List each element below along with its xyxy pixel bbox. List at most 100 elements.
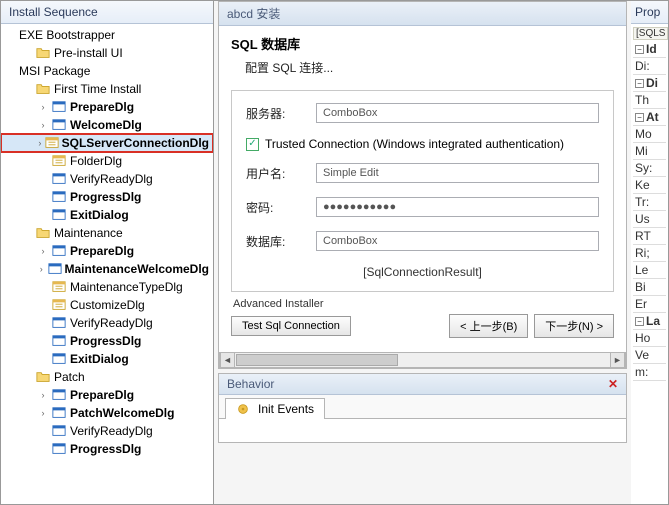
test-connection-button[interactable]: Test Sql Connection — [231, 316, 351, 336]
dialog-icon — [45, 135, 59, 151]
username-input[interactable]: Simple Edit — [316, 163, 599, 183]
tree-item-label: ProgressDlg — [70, 440, 141, 458]
property-row[interactable]: RT — [633, 228, 666, 245]
gear-icon — [236, 402, 250, 416]
tree-item[interactable]: ›PrepareDlg — [1, 242, 213, 260]
expander-icon — [37, 443, 49, 455]
property-category[interactable]: −La — [633, 313, 666, 330]
dialog-icon — [51, 441, 67, 457]
tree-item-label: CustomizeDlg — [70, 296, 145, 314]
tree-item[interactable]: EXE Bootstrapper — [1, 26, 213, 44]
username-label: 用户名: — [246, 165, 316, 182]
back-button[interactable]: < 上一步(B) — [449, 314, 528, 338]
expander-icon — [37, 299, 49, 311]
tree-item-label: ProgressDlg — [70, 332, 141, 350]
folder-icon — [35, 45, 51, 61]
close-icon[interactable]: ✕ — [608, 377, 618, 391]
property-row[interactable]: Mi — [633, 143, 666, 160]
connection-group: 服务器: ComboBox ✓ Trusted Connection (Wind… — [231, 90, 614, 292]
expander-icon[interactable]: › — [37, 101, 49, 113]
tree-item[interactable]: ›PrepareDlg — [1, 386, 213, 404]
trusted-label: Trusted Connection (Windows integrated a… — [265, 137, 564, 151]
tree-item[interactable]: VerifyReadyDlg — [1, 422, 213, 440]
trusted-checkbox[interactable]: ✓ — [246, 138, 259, 151]
scroll-thumb[interactable] — [236, 354, 398, 366]
connection-result: [SqlConnectionResult] — [246, 265, 599, 279]
property-row[interactable]: Di: — [633, 58, 666, 75]
property-row[interactable]: Ve — [633, 347, 666, 364]
property-tag[interactable]: [SQLS — [633, 27, 668, 40]
tree-item[interactable]: MaintenanceTypeDlg — [1, 278, 213, 296]
tree-item[interactable]: ExitDialog — [1, 206, 213, 224]
property-category[interactable]: −Di — [633, 75, 666, 92]
tree-item[interactable]: ›WelcomeDlg — [1, 116, 213, 134]
dialog-icon — [51, 315, 67, 331]
advanced-installer-label: Advanced Installer — [233, 298, 612, 310]
tree-item[interactable]: FolderDlg — [1, 152, 213, 170]
dialog-icon — [51, 189, 67, 205]
property-row[interactable]: Ri; — [633, 245, 666, 262]
tree-item-label: MaintenanceTypeDlg — [70, 278, 183, 296]
next-button[interactable]: 下一步(N) > — [534, 314, 614, 338]
property-row[interactable]: Bi — [633, 279, 666, 296]
tab-init-events[interactable]: Init Events — [225, 398, 325, 419]
dialog-icon — [51, 153, 67, 169]
expander-icon — [5, 65, 17, 77]
expander-icon — [37, 425, 49, 437]
property-row[interactable]: m: — [633, 364, 666, 381]
property-row[interactable]: Th — [633, 92, 666, 109]
property-row[interactable]: Us — [633, 211, 666, 228]
password-input[interactable]: ●●●●●●●●●●● — [316, 197, 599, 217]
database-combobox[interactable]: ComboBox — [316, 231, 599, 251]
folder-icon — [35, 225, 51, 241]
expander-icon[interactable]: › — [37, 137, 43, 149]
properties-grid[interactable]: [SQLS−Id Di:−Di Th−At Mo Mi Sy: Ke Tr: U… — [631, 24, 668, 504]
tree-item[interactable]: ›MaintenanceWelcomeDlg — [1, 260, 213, 278]
panel-title: Install Sequence — [1, 1, 213, 24]
tree-item[interactable]: MSI Package — [1, 62, 213, 80]
expander-icon — [37, 173, 49, 185]
tree-item-label: EXE Bootstrapper — [19, 26, 115, 44]
property-row[interactable]: Mo — [633, 126, 666, 143]
expander-icon[interactable]: › — [37, 389, 49, 401]
expander-icon[interactable]: › — [37, 245, 49, 257]
server-combobox[interactable]: ComboBox — [316, 103, 599, 123]
tree-item[interactable]: CustomizeDlg — [1, 296, 213, 314]
property-row[interactable]: Tr: — [633, 194, 666, 211]
expander-icon[interactable]: › — [37, 119, 49, 131]
tree-item[interactable]: ›SQLServerConnectionDlg — [1, 134, 213, 152]
sequence-tree[interactable]: EXE BootstrapperPre-install UIMSI Packag… — [1, 24, 213, 504]
tree-item-label: MSI Package — [19, 62, 90, 80]
tree-item[interactable]: ProgressDlg — [1, 188, 213, 206]
property-category[interactable]: −At — [633, 109, 666, 126]
scroll-right-icon[interactable]: ► — [610, 353, 625, 367]
property-row[interactable]: Sy: — [633, 160, 666, 177]
preview-window-title: abcd 安装 — [219, 2, 626, 26]
horizontal-scrollbar[interactable]: ◄ ► — [219, 352, 626, 368]
property-row[interactable]: Le — [633, 262, 666, 279]
properties-panel: Prop [SQLS−Id Di:−Di Th−At Mo Mi Sy: Ke … — [631, 0, 669, 505]
dialog-preview: abcd 安装 SQL 数据库 配置 SQL 连接... 服务器: ComboB… — [218, 1, 627, 369]
tree-item[interactable]: ProgressDlg — [1, 440, 213, 458]
tree-item[interactable]: First Time Install — [1, 80, 213, 98]
property-row[interactable]: Ho — [633, 330, 666, 347]
property-row[interactable]: Er — [633, 296, 666, 313]
tree-item[interactable]: ›PrepareDlg — [1, 98, 213, 116]
tab-label: Init Events — [258, 402, 314, 416]
tree-item[interactable]: Maintenance — [1, 224, 213, 242]
tree-item[interactable]: Patch — [1, 368, 213, 386]
tree-item[interactable]: VerifyReadyDlg — [1, 314, 213, 332]
tree-item[interactable]: ProgressDlg — [1, 332, 213, 350]
behavior-title: Behavior — [227, 377, 274, 391]
tree-item[interactable]: ExitDialog — [1, 350, 213, 368]
tree-item[interactable]: VerifyReadyDlg — [1, 170, 213, 188]
property-category[interactable]: −Id — [633, 41, 666, 58]
property-row[interactable]: Ke — [633, 177, 666, 194]
expander-icon — [37, 317, 49, 329]
scroll-left-icon[interactable]: ◄ — [220, 353, 235, 367]
expander-icon[interactable]: › — [37, 407, 49, 419]
tree-item[interactable]: ›PatchWelcomeDlg — [1, 404, 213, 422]
tree-item[interactable]: Pre-install UI — [1, 44, 213, 62]
expander-icon[interactable]: › — [37, 263, 46, 275]
tree-item-label: Maintenance — [54, 224, 123, 242]
